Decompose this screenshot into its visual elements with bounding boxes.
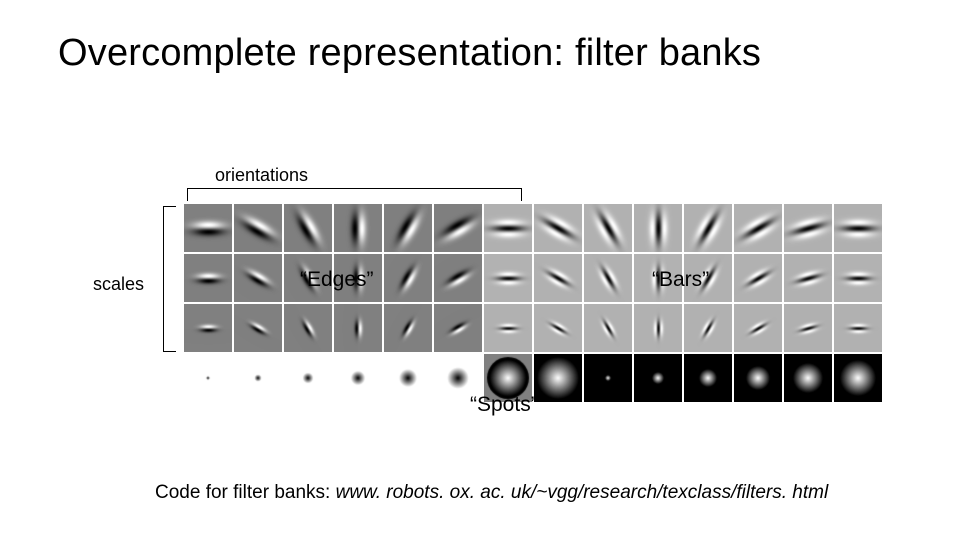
edge-filter-s2-o0 [184,304,232,352]
edge-filter-s1-o4 [384,254,432,302]
spot-filter-8 [584,354,632,402]
footer-prefix: Code for filter banks: [155,482,336,503]
scales-label: scales [93,274,144,295]
spot-filter-7 [534,354,582,402]
spot-filter-3 [334,354,382,402]
bar-filter-s0-o3 [634,204,682,252]
edge-filter-s2-o3 [334,304,382,352]
footer-url: www. robots. ox. ac. uk/~vgg/research/te… [336,482,829,503]
bar-filter-extra-s2-1 [834,304,882,352]
edge-filter-s2-o4 [384,304,432,352]
orientations-label: orientations [215,165,308,186]
spot-filter-10 [684,354,732,402]
edge-filter-s0-o0 [184,204,232,252]
bar-filter-s2-o0 [484,304,532,352]
bar-filter-extra-s0-0 [784,204,832,252]
footer-text: Code for filter banks: www. robots. ox. … [155,482,828,504]
edge-filter-s0-o2 [284,204,332,252]
bars-annotation: “Bars” [652,268,709,292]
bar-filter-extra-s2-0 [784,304,832,352]
bar-filter-s0-o5 [734,204,782,252]
orientations-bracket [187,188,522,201]
spots-annotation: “Spots” [470,393,538,417]
edge-filter-s1-o1 [234,254,282,302]
edge-filter-s2-o5 [434,304,482,352]
slide-title: Overcomplete representation: filter bank… [58,32,761,75]
bar-filter-s0-o0 [484,204,532,252]
spot-filter-13 [834,354,882,402]
spot-filter-4 [384,354,432,402]
bar-filter-extra-s1-0 [784,254,832,302]
spot-filter-11 [734,354,782,402]
bar-filter-s1-o1 [534,254,582,302]
bar-filter-extra-s0-1 [834,204,882,252]
spot-filter-0 [184,354,232,402]
bar-filter-s2-o5 [734,304,782,352]
edge-filter-s0-o4 [384,204,432,252]
edges-annotation: “Edges” [300,268,374,292]
edge-filter-s0-o3 [334,204,382,252]
edge-filter-s1-o5 [434,254,482,302]
spot-filter-9 [634,354,682,402]
bar-filter-s0-o4 [684,204,732,252]
edge-filter-s2-o2 [284,304,332,352]
bar-filter-s0-o1 [534,204,582,252]
bar-filter-s1-o2 [584,254,632,302]
bar-filter-s2-o4 [684,304,732,352]
edge-filter-s1-o0 [184,254,232,302]
edge-filter-s0-o5 [434,204,482,252]
bar-filter-s2-o3 [634,304,682,352]
bar-filter-s2-o2 [584,304,632,352]
scales-bracket [163,206,176,352]
edge-filter-s0-o1 [234,204,282,252]
bar-filter-extra-s1-1 [834,254,882,302]
spot-filter-1 [234,354,282,402]
bar-filter-s0-o2 [584,204,632,252]
bar-filter-s1-o0 [484,254,532,302]
bar-filter-s2-o1 [534,304,582,352]
spot-filter-2 [284,354,332,402]
bar-filter-s1-o5 [734,254,782,302]
filterbank-grid [184,204,884,404]
spot-filter-12 [784,354,832,402]
edge-filter-s2-o1 [234,304,282,352]
